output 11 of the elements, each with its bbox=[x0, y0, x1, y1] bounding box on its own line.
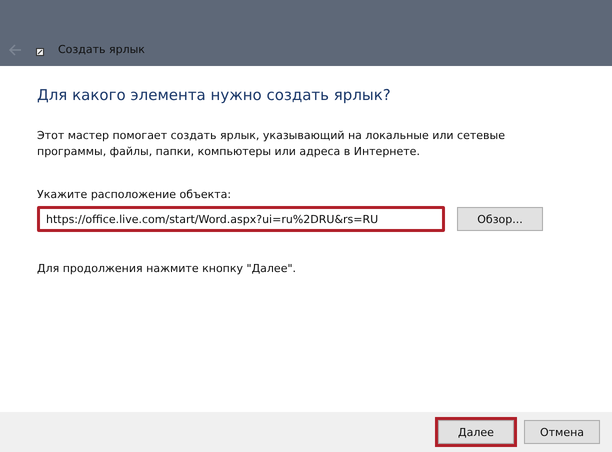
hint-text: Для продолжения нажмите кнопку "Далее". bbox=[37, 262, 298, 275]
field-label: Укажите расположение объекта: bbox=[37, 188, 232, 201]
heading: Для какого элемента нужно создать ярлык? bbox=[37, 86, 392, 104]
dialog-button[interactable]: Отмена bbox=[524, 420, 600, 444]
shortcut-icon bbox=[36, 48, 44, 56]
back-arrow-icon[interactable] bbox=[8, 44, 22, 56]
browse-button[interactable]: Обзор... bbox=[457, 207, 543, 231]
location-field[interactable]: https://office.live.com/start/Word.aspx?ui=ru%2DRU&rs=RU bbox=[37, 206, 445, 232]
description: Этот мастер помогает создать ярлык, указывающий на локальные или сетевые программы, файлы, папки, компьютеры или адреса в Интернете. bbox=[37, 128, 506, 160]
dialog-button[interactable]: Далее bbox=[438, 420, 514, 444]
window-title: Создать ярлык bbox=[58, 43, 145, 56]
